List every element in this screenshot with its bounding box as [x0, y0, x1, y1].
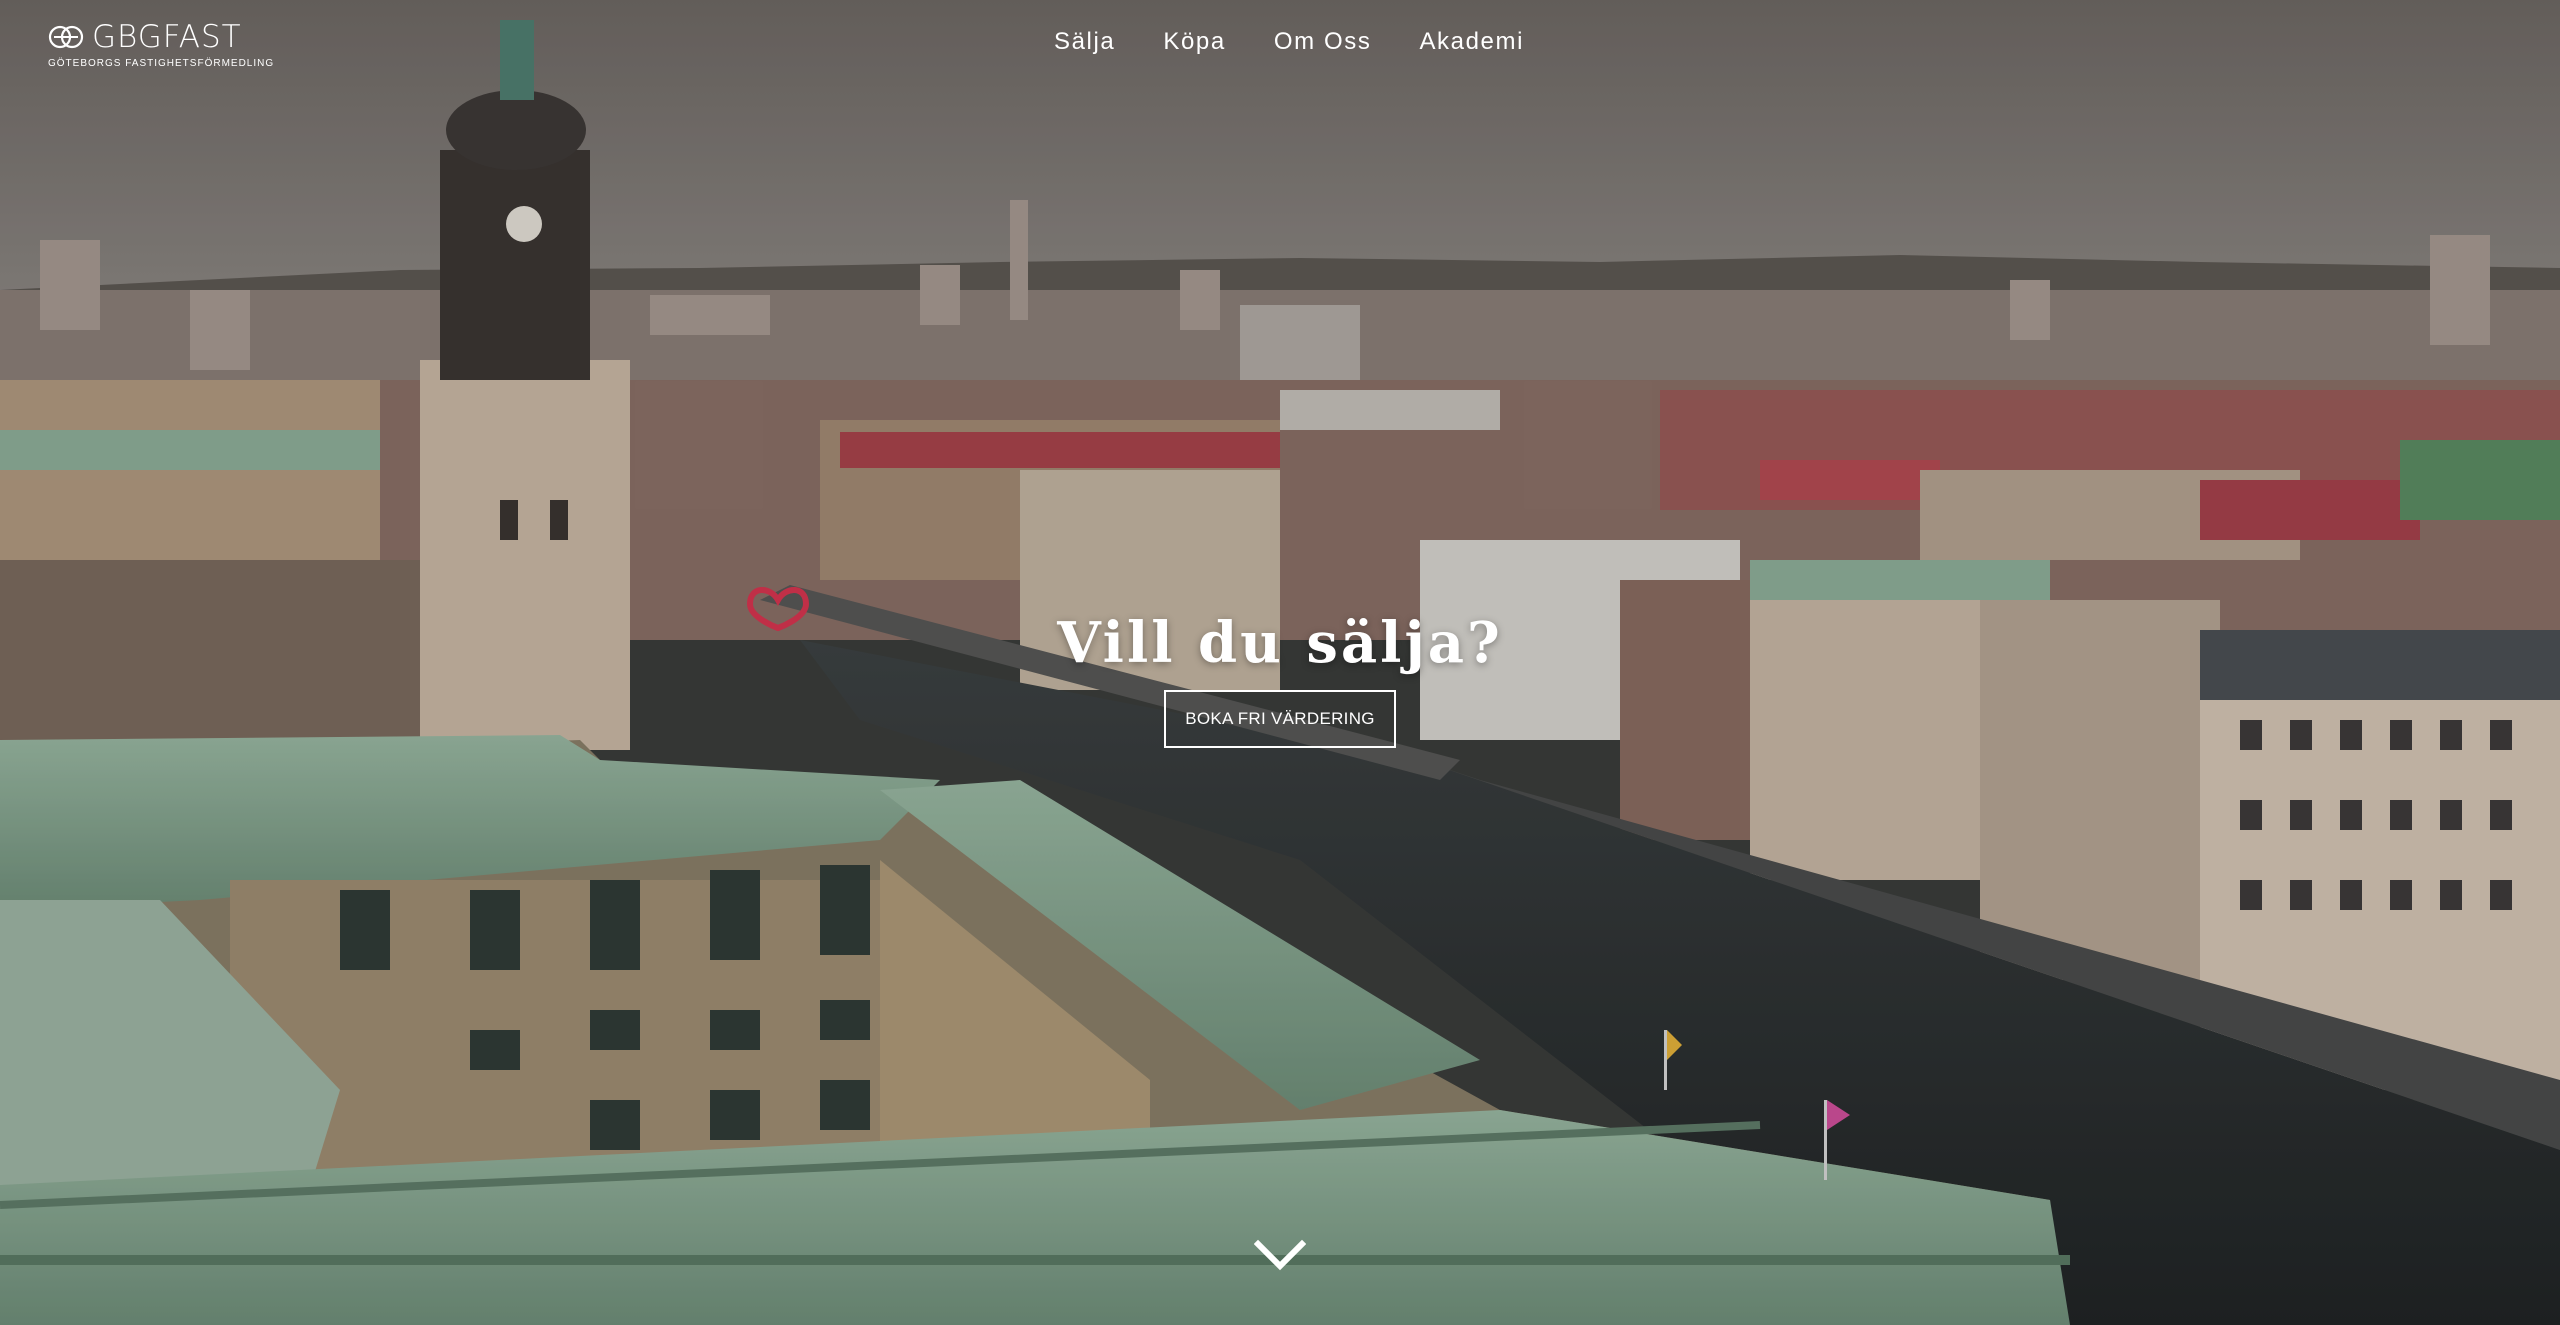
brand-name: GBGFAST	[92, 19, 242, 55]
brand-tagline: GÖTEBORGS FASTIGHETSFÖRMEDLING	[48, 58, 275, 69]
top-navbar: GBGFAST GÖTEBORGS FASTIGHETSFÖRMEDLING S…	[0, 0, 2560, 100]
chevron-down-icon[interactable]	[1254, 1238, 1306, 1272]
nav-item-salja[interactable]: Sälja	[1054, 28, 1115, 56]
nav-item-kopa[interactable]: Köpa	[1163, 28, 1225, 56]
nav-item-om-oss[interactable]: Om Oss	[1274, 28, 1372, 56]
brand-logo[interactable]: GBGFAST GÖTEBORGS FASTIGHETSFÖRMEDLING	[48, 19, 275, 70]
nav-item-akademi[interactable]: Akademi	[1419, 28, 1524, 56]
gbgfast-logo-icon	[48, 25, 84, 49]
book-valuation-button[interactable]: BOKA FRI VÄRDERING	[1164, 690, 1396, 748]
hero-headline: Vill du sälja?	[1057, 609, 1503, 676]
main-nav: Sälja Köpa Om Oss Akademi	[1054, 28, 1524, 56]
